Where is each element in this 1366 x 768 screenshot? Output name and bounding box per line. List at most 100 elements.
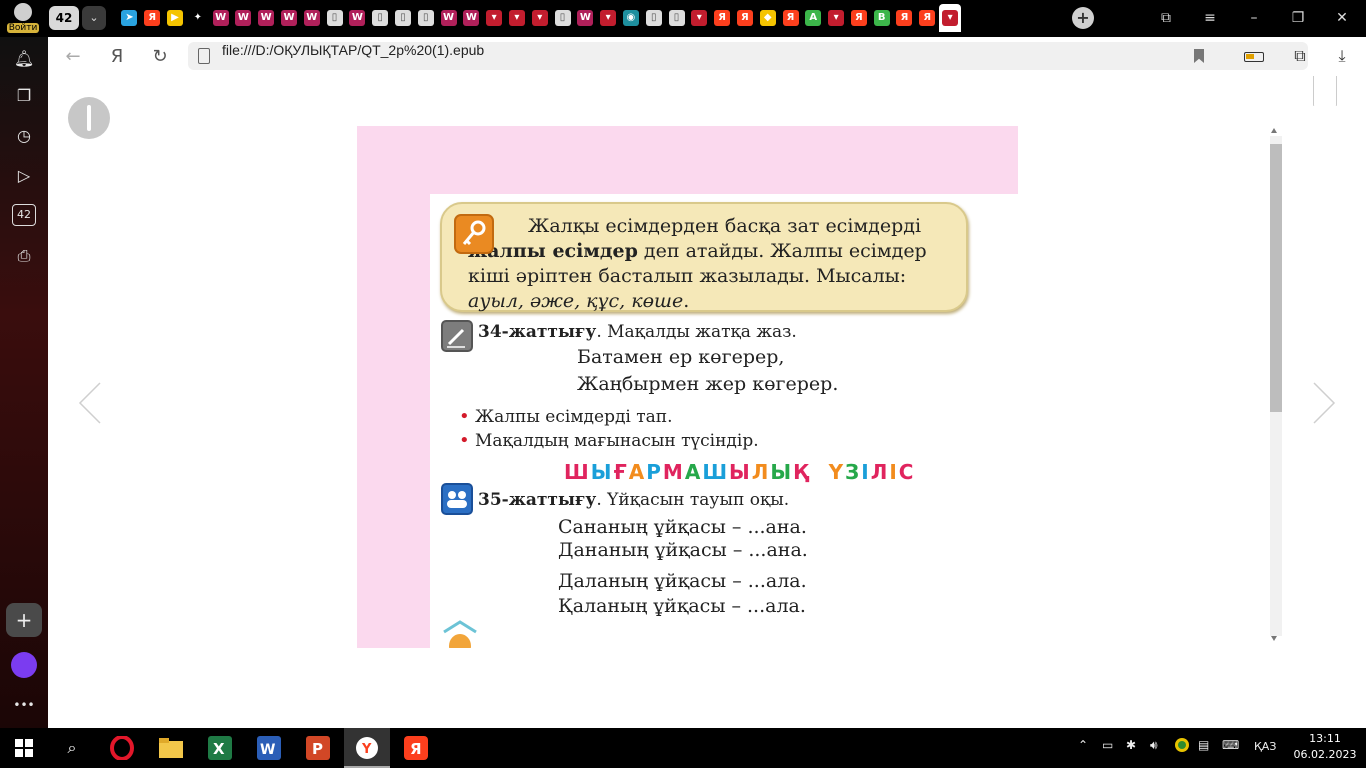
file-icon: ▯ (668, 10, 685, 26)
yandex-home-icon[interactable]: Я (104, 44, 130, 70)
browser-tab[interactable]: ▯ (665, 4, 688, 32)
minimize-button[interactable]: – (1236, 6, 1272, 30)
scroll-up-arrow-icon[interactable] (1271, 128, 1277, 133)
history-icon[interactable]: ◷ (12, 124, 36, 148)
shield-icon: ▾ (691, 10, 708, 26)
browser-tab[interactable]: ▯ (642, 4, 665, 32)
new-tab-button[interactable]: + (1072, 7, 1094, 29)
file-icon: ▯ (394, 10, 411, 26)
browser-tab[interactable]: A (802, 4, 825, 32)
scroll-down-arrow-icon[interactable] (1271, 636, 1277, 641)
language-indicator[interactable]: ҚАЗ (1254, 740, 1276, 753)
next-page-chevron-icon[interactable] (1312, 381, 1336, 425)
browser-tab[interactable]: ▾ (528, 4, 551, 32)
browser-tab[interactable]: ➤ (118, 4, 141, 32)
browser-tab[interactable]: ▯ (551, 4, 574, 32)
yandex-browser-icon[interactable]: Y (353, 734, 381, 762)
login-button[interactable]: Войти (3, 2, 43, 36)
battery-saver-icon[interactable] (1244, 52, 1264, 62)
browser-tab[interactable]: ✦ (186, 4, 209, 32)
bell-icon[interactable]: 🔔︎ (12, 47, 36, 71)
group-icon (441, 483, 473, 515)
browser-tab[interactable]: W (278, 4, 301, 32)
browser-tab[interactable]: Я (779, 4, 802, 32)
browser-tab[interactable]: ▯ (414, 4, 437, 32)
browser-tab[interactable]: ▯ (323, 4, 346, 32)
powerpoint-icon[interactable]: P (304, 734, 332, 762)
document-icon: W (303, 10, 320, 26)
shield-icon: ▾ (942, 10, 959, 26)
tray-volume-icon[interactable]: 🔊︎ (1150, 738, 1158, 753)
browser-tab[interactable]: W (346, 4, 369, 32)
restore-button[interactable]: ❐ (1280, 6, 1316, 30)
tab-count-button[interactable]: 42 (49, 6, 79, 30)
browser-tab[interactable]: Я (734, 4, 757, 32)
extensions-icon[interactable]: ⧉ (1290, 46, 1310, 66)
browser-tab[interactable]: W (300, 4, 323, 32)
browser-tab[interactable]: W (460, 4, 483, 32)
more-icon[interactable]: ••• (12, 693, 36, 717)
svg-text:W: W (260, 742, 275, 758)
sidebar-add-button[interactable]: + (6, 603, 42, 637)
rule-box: Жалқы есімдерден басқа зат есімдерді жал… (440, 202, 968, 312)
browser-tab[interactable]: ▶ (164, 4, 187, 32)
video-icon[interactable]: ▷ (12, 164, 36, 188)
tray-chevron-up-icon[interactable]: ⌃ (1078, 738, 1088, 752)
browser-tab[interactable]: ◉ (620, 4, 643, 32)
browser-tab[interactable]: ◆ (756, 4, 779, 32)
scrollbar-thumb[interactable] (1270, 144, 1282, 412)
browser-tab[interactable]: B (870, 4, 893, 32)
tray-wifi-icon[interactable]: ✱ (1126, 738, 1136, 752)
yandex-icon[interactable]: Я (402, 734, 430, 762)
alice-assistant-icon[interactable] (11, 652, 37, 678)
rule-example: ауыл, әже, құс, көше (468, 290, 684, 312)
browser-tab[interactable]: ▾ (825, 4, 848, 32)
clock[interactable]: 13:11 06.02.2023 (1290, 731, 1360, 763)
browser-tab[interactable]: Я (916, 4, 939, 32)
tray-battery-icon[interactable]: ▭ (1102, 738, 1113, 752)
back-arrow-icon[interactable]: ← (60, 44, 86, 70)
browser-tab[interactable]: W (209, 4, 232, 32)
pause-letter: І (861, 460, 871, 484)
pause-letter: М (662, 460, 685, 484)
page-bookmark-icon[interactable] (1313, 76, 1337, 106)
url-field[interactable]: file:///D:/ОҚУЛЫҚТАР/QT_2p%20(1).epub (188, 42, 1308, 70)
tray-keyboard-icon[interactable]: ⌨ (1222, 738, 1239, 752)
search-icon[interactable]: ⌕ (58, 734, 86, 762)
close-button[interactable]: ✕ (1324, 6, 1360, 30)
menu-icon[interactable]: ≡ (1192, 6, 1228, 30)
reader-menu-button[interactable] (68, 97, 110, 139)
browser-tab[interactable]: W (255, 4, 278, 32)
file-explorer-icon[interactable] (157, 734, 185, 762)
browser-tab[interactable]: ▯ (392, 4, 415, 32)
tray-notification-icon[interactable]: ▤ (1198, 738, 1209, 752)
browser-tab[interactable]: ▾ (506, 4, 529, 32)
tab-list-chevron-icon[interactable]: ⌄ (82, 6, 106, 30)
browser-tab[interactable]: ▯ (369, 4, 392, 32)
file-icon: ▯ (554, 10, 571, 26)
browser-tab[interactable]: Я (711, 4, 734, 32)
browser-tab[interactable]: W (232, 4, 255, 32)
browser-tab[interactable]: Я (848, 4, 871, 32)
browser-tab[interactable]: ▾ (688, 4, 711, 32)
screenshot-icon[interactable]: ⎙ (12, 244, 36, 268)
tray-app-icon[interactable] (1174, 737, 1190, 756)
exercise-34-task: . Мақалды жатқа жаз. (596, 322, 797, 342)
browser-tab[interactable]: ▾ (938, 4, 962, 32)
browser-tab[interactable]: ▾ (483, 4, 506, 32)
windows-start-icon[interactable] (10, 734, 38, 762)
excel-icon[interactable]: X (206, 734, 234, 762)
reload-icon[interactable]: ↻ (147, 44, 173, 70)
previous-page-chevron-icon[interactable] (78, 381, 102, 425)
collections-icon[interactable]: ❐ (12, 84, 36, 108)
browser-tab[interactable]: ▾ (597, 4, 620, 32)
download-icon[interactable]: ⤓ (1332, 46, 1352, 66)
tabs-count-icon[interactable]: 42 (12, 204, 36, 226)
browser-tab[interactable]: Я (141, 4, 164, 32)
opera-icon[interactable] (108, 734, 136, 762)
browser-tab[interactable]: W (437, 4, 460, 32)
window-tabs-icon[interactable]: ⧉ (1148, 6, 1184, 30)
word-icon[interactable]: W (255, 734, 283, 762)
browser-tab[interactable]: Я (893, 4, 916, 32)
browser-tab[interactable]: W (574, 4, 597, 32)
